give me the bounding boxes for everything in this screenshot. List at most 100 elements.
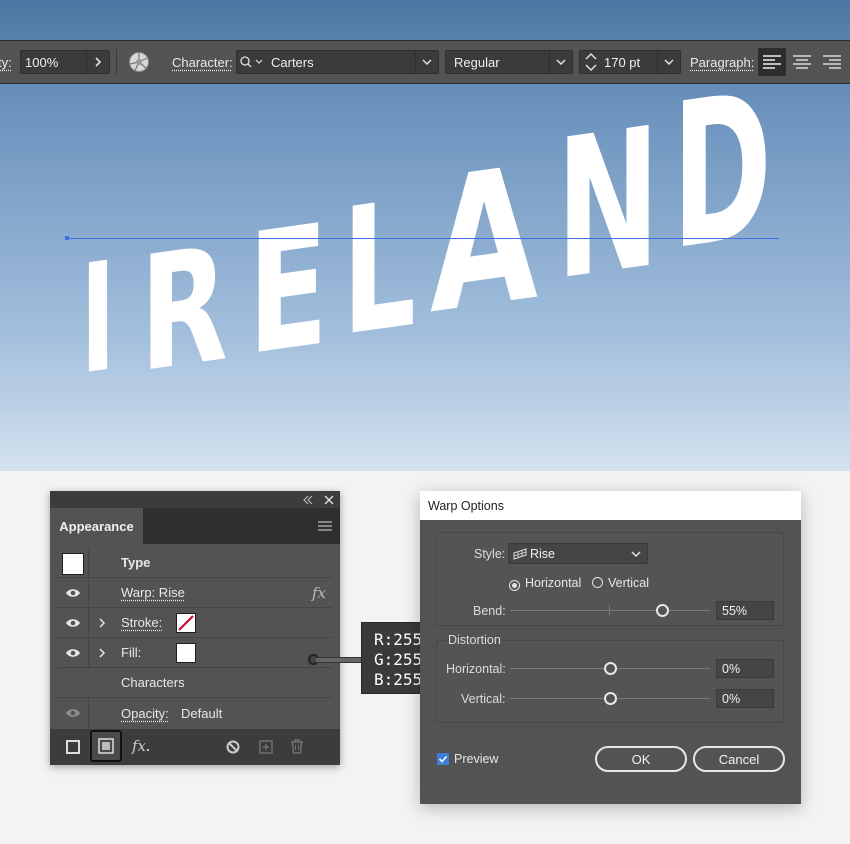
align-left-icon bbox=[763, 55, 781, 69]
letter-n: N bbox=[556, 85, 660, 324]
appearance-row-fill[interactable]: Fill: bbox=[58, 638, 332, 668]
warp-effect-link[interactable]: Warp: Rise bbox=[121, 585, 185, 600]
letter-i: I bbox=[80, 228, 116, 408]
style-label: Style: bbox=[474, 547, 506, 561]
align-right-icon bbox=[823, 55, 841, 69]
text-baseline-guide bbox=[67, 238, 779, 239]
eye-icon[interactable] bbox=[65, 616, 81, 630]
font-family-field[interactable]: Carters bbox=[236, 50, 439, 74]
distortion-horizontal-label: Horizontal: bbox=[446, 662, 506, 676]
warp-options-dialog: Warp Options Style: Rise Horizontal Vert… bbox=[420, 491, 801, 804]
recolor-artwork-icon[interactable] bbox=[128, 51, 150, 73]
eye-icon[interactable] bbox=[65, 706, 81, 720]
font-size-dropdown[interactable] bbox=[657, 50, 680, 74]
add-new-fill-button[interactable] bbox=[90, 730, 122, 762]
panel-menu-icon[interactable] bbox=[318, 521, 332, 531]
font-size-stepper-icon[interactable] bbox=[580, 51, 602, 73]
appearance-row-stroke[interactable]: Stroke: bbox=[58, 608, 332, 638]
add-new-effect-icon[interactable]: fx bbox=[132, 737, 146, 755]
distortion-horizontal-knob[interactable] bbox=[604, 662, 617, 675]
fill-white-swatch[interactable] bbox=[176, 643, 196, 663]
distortion-vertical-knob[interactable] bbox=[604, 692, 617, 705]
distortion-horizontal-input[interactable]: 0% bbox=[716, 659, 774, 678]
letter-a: A bbox=[430, 125, 538, 355]
distortion-label: Distortion bbox=[446, 633, 503, 647]
stroke-none-swatch[interactable] bbox=[176, 613, 196, 633]
appearance-row-warp[interactable]: Warp: Rise fx bbox=[58, 578, 332, 608]
stroke-link[interactable]: Stroke: bbox=[121, 615, 162, 630]
bend-input[interactable]: 55% bbox=[716, 601, 774, 620]
appearance-row-characters[interactable]: Characters bbox=[58, 668, 332, 698]
cancel-button[interactable]: Cancel bbox=[693, 746, 785, 772]
appearance-row-opacity[interactable]: Opacity: Default bbox=[58, 698, 332, 728]
opacity-value: Default bbox=[181, 705, 223, 721]
dialog-title: Warp Options bbox=[420, 491, 801, 520]
distortion-vertical-input[interactable]: 0% bbox=[716, 689, 774, 708]
panel-footer: fx bbox=[50, 729, 340, 765]
appearance-list: Type Warp: Rise fx Stroke: Fill: Charact bbox=[50, 544, 340, 729]
horizontal-radio[interactable]: Horizontal bbox=[509, 576, 581, 591]
bend-slider-knob[interactable] bbox=[656, 604, 669, 617]
warp-style-value: Rise bbox=[530, 546, 556, 561]
warp-rise-icon bbox=[513, 547, 527, 560]
checkbox-checked-icon bbox=[437, 753, 449, 765]
effect-dot bbox=[147, 749, 149, 751]
close-icon[interactable] bbox=[324, 495, 334, 505]
toolbar-divider bbox=[116, 49, 117, 75]
eye-icon[interactable] bbox=[65, 646, 81, 660]
fill-label[interactable]: Fill: bbox=[121, 645, 141, 660]
font-family-dropdown[interactable] bbox=[415, 50, 438, 74]
font-style-dropdown[interactable] bbox=[549, 50, 572, 74]
preview-checkbox[interactable]: Preview bbox=[437, 752, 498, 766]
fx-icon[interactable]: fx bbox=[312, 584, 326, 602]
delete-trash-icon[interactable] bbox=[290, 739, 304, 754]
chevron-right-icon bbox=[95, 57, 102, 67]
letter-l: L bbox=[342, 163, 416, 375]
character-panel-link[interactable]: Character: bbox=[172, 55, 233, 70]
appearance-row-type[interactable]: Type bbox=[58, 548, 332, 578]
chevron-right-icon[interactable] bbox=[98, 618, 106, 628]
control-bar: ty: 100% Character: Carters bbox=[0, 40, 850, 84]
opacity-link[interactable]: Opacity: bbox=[121, 706, 169, 721]
chevron-down-icon bbox=[422, 59, 432, 65]
add-new-stroke-icon[interactable] bbox=[66, 740, 80, 754]
collapse-panel-icon[interactable] bbox=[303, 496, 313, 504]
characters-label: Characters bbox=[121, 675, 185, 690]
opacity-label: ty: bbox=[0, 54, 12, 70]
preview-label: Preview bbox=[454, 752, 499, 766]
type-thumbnail bbox=[62, 553, 84, 575]
horizontal-radio-label: Horizontal bbox=[525, 576, 582, 590]
anchor-point[interactable] bbox=[65, 236, 69, 240]
align-right-button[interactable] bbox=[818, 48, 846, 76]
duplicate-item-icon[interactable] bbox=[259, 740, 273, 754]
opacity-field[interactable]: 100% bbox=[20, 50, 110, 74]
opacity-value: 100% bbox=[25, 54, 59, 70]
tab-appearance[interactable]: Appearance bbox=[50, 508, 143, 544]
radio-selected-indicator bbox=[509, 580, 520, 591]
add-new-fill-icon bbox=[98, 738, 114, 754]
vertical-radio[interactable]: Vertical bbox=[592, 576, 649, 590]
panel-titlebar[interactable] bbox=[50, 491, 340, 508]
row-divider bbox=[88, 608, 89, 638]
font-style-field[interactable]: Regular bbox=[445, 50, 573, 74]
align-left-button[interactable] bbox=[758, 48, 786, 76]
bend-slider-track[interactable] bbox=[510, 610, 710, 611]
ok-button[interactable]: OK bbox=[595, 746, 687, 772]
row-divider bbox=[88, 578, 89, 608]
row-divider bbox=[88, 698, 89, 728]
row-divider bbox=[88, 638, 89, 668]
font-family-value: Carters bbox=[271, 54, 314, 70]
eye-icon[interactable] bbox=[65, 586, 81, 600]
clear-appearance-icon[interactable] bbox=[226, 740, 240, 754]
font-size-field[interactable]: 170 pt bbox=[579, 50, 681, 74]
align-center-button[interactable] bbox=[788, 48, 816, 76]
chevron-down-icon bbox=[556, 59, 566, 65]
type-label: Type bbox=[121, 555, 151, 570]
chevron-right-icon[interactable] bbox=[98, 648, 106, 658]
search-font-icon[interactable] bbox=[239, 55, 269, 69]
opacity-arrow-button[interactable] bbox=[86, 50, 109, 74]
row-divider bbox=[88, 548, 89, 578]
paragraph-panel-link[interactable]: Paragraph: bbox=[690, 55, 754, 70]
font-style-value: Regular bbox=[454, 54, 500, 70]
warp-style-select[interactable]: Rise bbox=[508, 543, 648, 564]
